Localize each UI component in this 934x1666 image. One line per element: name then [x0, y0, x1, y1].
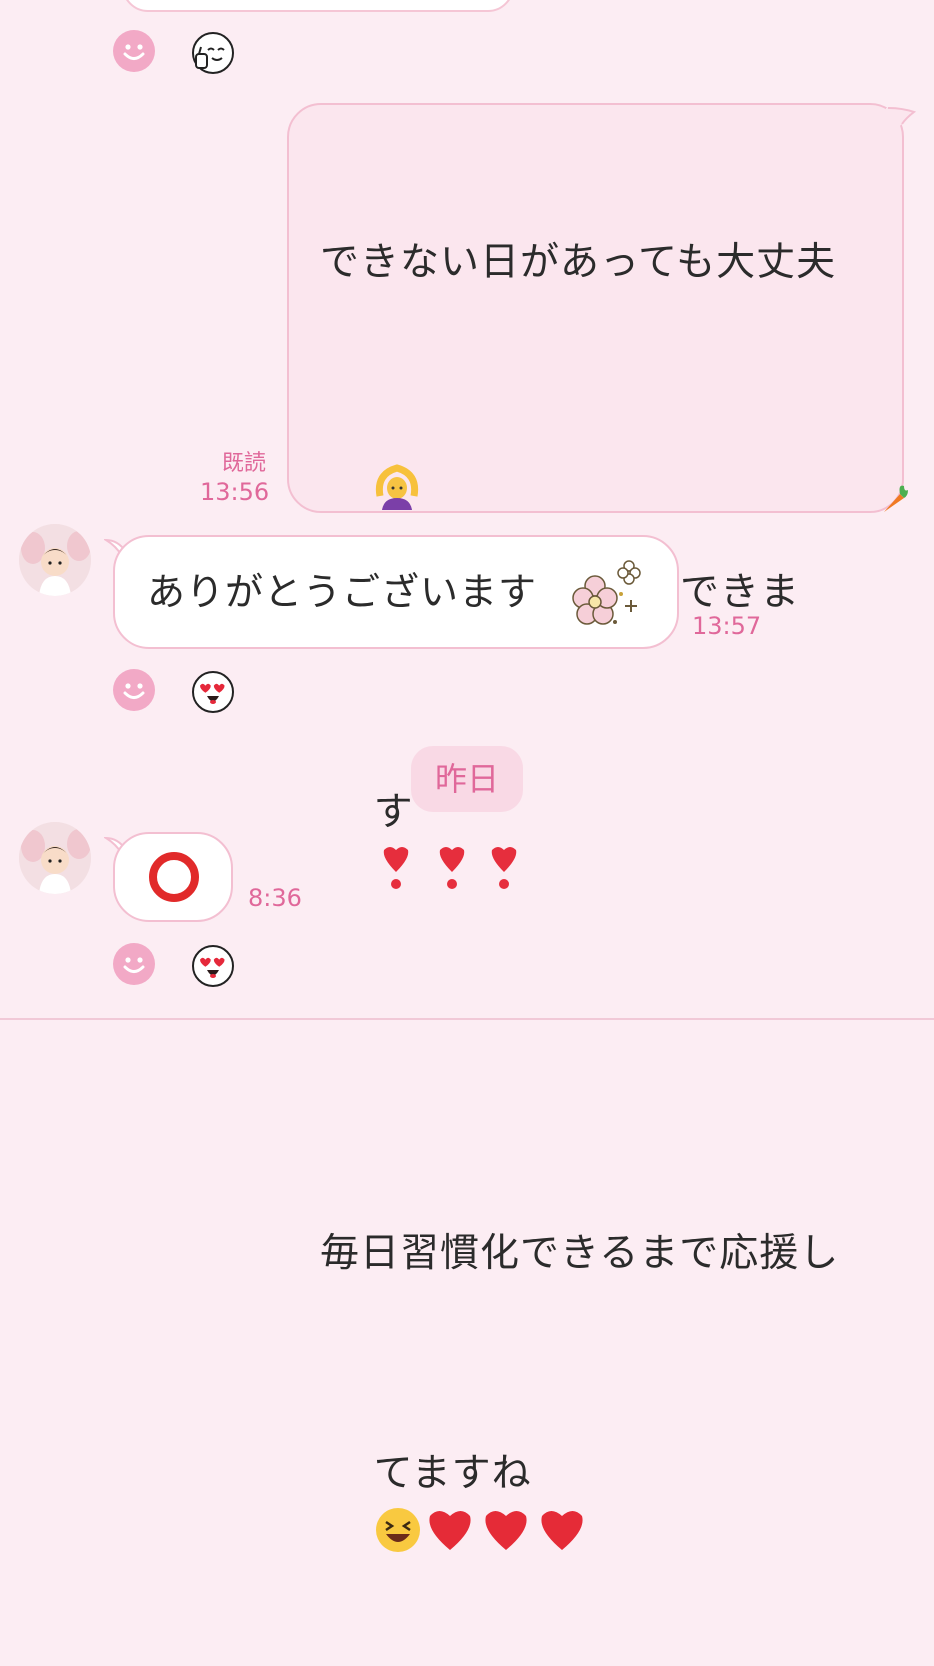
exclamation-heart-emojis	[383, 846, 516, 889]
thumbs-up-face-icon	[195, 46, 225, 69]
smile-add-icon	[123, 44, 145, 60]
reaction-heart-eyes[interactable]	[192, 945, 234, 987]
incoming-message-bubble[interactable]: ⭕	[113, 832, 233, 922]
message-time: 8:36	[248, 884, 302, 912]
message-time: 13:56	[200, 478, 270, 506]
heart-eyes-face-icon	[200, 683, 225, 704]
flower-sticker-icon	[572, 560, 641, 625]
reaction-heart-eyes[interactable]	[192, 671, 234, 713]
heart-eyes-face-icon	[200, 957, 225, 978]
message-line-with-marks: す	[320, 730, 880, 951]
message-line-with-emoji: てますね	[320, 1391, 880, 1612]
message-line: 毎日習慣化できるまで応援し	[320, 1230, 840, 1276]
smile-add-icon	[123, 957, 145, 973]
avatar[interactable]	[19, 524, 91, 596]
add-reaction-button[interactable]	[113, 30, 155, 72]
message-line: す	[373, 790, 414, 835]
message-line: てますね	[373, 1450, 532, 1496]
smile-add-icon	[123, 683, 145, 699]
carrot-icon	[884, 485, 908, 512]
heavy-large-circle-icon	[149, 852, 199, 902]
baby-photo-icon	[19, 524, 91, 596]
message-time: 13:57	[692, 612, 762, 640]
outgoing-message-text: できない日があっても大丈夫 いつでもリスタートできま す 毎日習慣化できるまで応…	[320, 125, 880, 1666]
baby-photo-icon	[19, 822, 91, 894]
add-reaction-button[interactable]	[113, 943, 155, 985]
previous-message-bubble[interactable]	[122, 0, 514, 12]
message-line: できない日があっても大丈夫	[320, 240, 837, 285]
incoming-message-text: ありがとうございます	[147, 570, 538, 614]
bubble-tail	[886, 107, 916, 126]
add-reaction-button[interactable]	[113, 669, 155, 711]
avatar[interactable]	[19, 822, 91, 894]
reaction-thumbs-up-face[interactable]	[192, 32, 234, 74]
input-area-divider	[0, 1018, 934, 1020]
read-receipt-label: 既読	[222, 451, 267, 476]
laughing-and-hearts-emojis	[375, 1508, 583, 1552]
ok-gesture-woman-emoji	[375, 463, 418, 510]
date-separator: 昨日	[411, 746, 523, 812]
emoji-line	[320, 400, 880, 510]
